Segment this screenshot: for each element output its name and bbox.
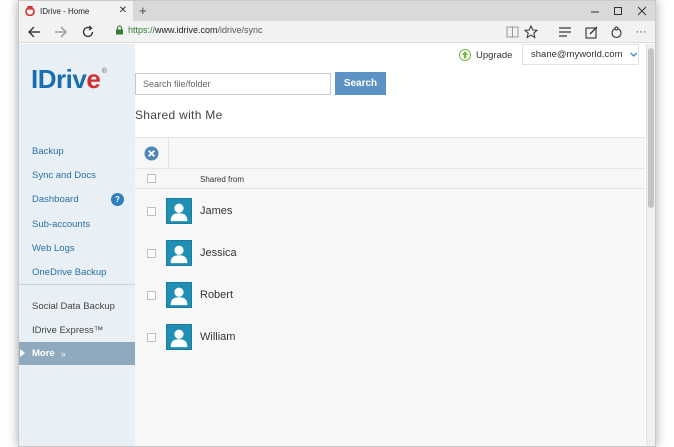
minimize-icon[interactable] bbox=[590, 4, 600, 18]
user-avatar-icon bbox=[166, 240, 192, 266]
tab-title: IDrive - Home bbox=[40, 6, 90, 16]
lock-icon bbox=[116, 25, 123, 35]
page-content: IDriv e ® Backup Sync and Docs Dashboard ?… bbox=[19, 44, 647, 446]
sidebar-item-sync-and-docs[interactable]: Sync and Docs bbox=[32, 170, 96, 181]
upgrade-link[interactable]: Upgrade bbox=[459, 49, 512, 61]
tab-close-icon[interactable]: ✕ bbox=[119, 5, 127, 17]
shared-from-name: James bbox=[200, 205, 233, 217]
favorite-star-icon[interactable] bbox=[523, 24, 539, 40]
search-input[interactable] bbox=[135, 73, 331, 95]
logo-text: IDriv bbox=[31, 64, 87, 94]
scrollbar-thumb[interactable] bbox=[648, 48, 654, 208]
share-icon[interactable] bbox=[608, 24, 624, 40]
sidebar-item-onedrive-backup[interactable]: OneDrive Backup bbox=[32, 267, 106, 278]
search-button[interactable]: Search bbox=[335, 72, 386, 95]
sidebar-divider bbox=[19, 284, 135, 285]
table-row[interactable]: James bbox=[135, 191, 645, 233]
more-menu-icon[interactable]: ··· bbox=[633, 24, 649, 40]
sidebar-item-idrive-express[interactable]: IDrive Express™ bbox=[32, 325, 103, 336]
web-note-icon[interactable] bbox=[583, 24, 599, 40]
table-row[interactable]: William bbox=[135, 317, 645, 359]
user-avatar-icon bbox=[166, 282, 192, 308]
shared-from-name: Jessica bbox=[200, 247, 237, 259]
idrive-logo[interactable]: IDriv e ® bbox=[31, 64, 107, 95]
url-scheme: https:// bbox=[128, 25, 156, 35]
sidebar-item-dashboard[interactable]: Dashboard bbox=[32, 194, 78, 205]
url-field[interactable]: https://www.idrive.com/idrive/sync bbox=[115, 25, 263, 35]
page-scrollbar[interactable] bbox=[646, 44, 655, 446]
close-circle-icon[interactable] bbox=[144, 146, 159, 161]
forward-icon[interactable] bbox=[53, 24, 69, 40]
sidebar: IDriv e ® Backup Sync and Docs Dashboard ?… bbox=[19, 44, 135, 446]
table-row[interactable]: Jessica bbox=[135, 233, 645, 275]
more-label: More bbox=[32, 348, 55, 359]
row-checkbox[interactable] bbox=[147, 291, 156, 300]
user-email: shane@myworld.com bbox=[531, 49, 623, 60]
select-all-checkbox[interactable] bbox=[147, 174, 156, 183]
idrive-favicon-icon bbox=[25, 6, 35, 16]
sidebar-item-social-data-backup[interactable]: Social Data Backup bbox=[32, 301, 115, 312]
row-checkbox[interactable] bbox=[147, 333, 156, 342]
help-icon[interactable]: ? bbox=[111, 193, 124, 206]
refresh-icon[interactable] bbox=[80, 24, 96, 40]
shared-from-name: Robert bbox=[200, 289, 234, 301]
shared-list-panel: Shared from James Jessica Robert William bbox=[135, 137, 645, 446]
back-icon[interactable] bbox=[26, 24, 42, 40]
url-path: /idrive/sync bbox=[217, 25, 263, 35]
user-avatar-icon bbox=[166, 198, 192, 224]
logo-registered: ® bbox=[101, 68, 107, 75]
upgrade-arrow-icon bbox=[459, 49, 471, 61]
column-header-shared-from: Shared from bbox=[200, 175, 245, 184]
user-avatar-icon bbox=[166, 324, 192, 350]
row-checkbox[interactable] bbox=[147, 207, 156, 216]
page-title: Shared with Me bbox=[135, 108, 223, 122]
new-tab-icon[interactable]: + bbox=[139, 3, 147, 19]
row-checkbox[interactable] bbox=[147, 249, 156, 258]
chevron-down-icon bbox=[630, 52, 638, 57]
browser-window: IDrive - Home ✕ + https://www.idrive.com… bbox=[18, 0, 656, 447]
tab-bar: IDrive - Home ✕ + bbox=[19, 1, 655, 21]
table-row[interactable]: Robert bbox=[135, 275, 645, 317]
address-bar: https://www.idrive.com/idrive/sync ··· bbox=[19, 21, 655, 43]
shared-from-name: William bbox=[200, 331, 236, 343]
close-window-icon[interactable] bbox=[637, 4, 647, 18]
double-chevron-right-icon: » bbox=[60, 348, 66, 359]
user-account-dropdown[interactable]: shane@myworld.com bbox=[522, 44, 639, 65]
maximize-icon[interactable] bbox=[613, 4, 623, 18]
logo-e: e bbox=[86, 64, 101, 94]
triangle-right-icon bbox=[20, 349, 25, 357]
sidebar-item-more[interactable]: More » bbox=[19, 342, 135, 365]
panel-toolbar bbox=[135, 138, 645, 169]
table-header: Shared from bbox=[135, 170, 645, 189]
url-host: www.idrive.com bbox=[155, 25, 218, 35]
hub-icon[interactable] bbox=[557, 24, 573, 40]
sidebar-item-backup[interactable]: Backup bbox=[32, 146, 64, 157]
tab-idrive-home[interactable]: IDrive - Home ✕ bbox=[19, 1, 133, 21]
sidebar-item-sub-accounts[interactable]: Sub-accounts bbox=[32, 219, 90, 230]
toolbar-divider bbox=[168, 138, 169, 169]
reading-view-icon[interactable] bbox=[504, 24, 520, 40]
upgrade-label: Upgrade bbox=[476, 49, 513, 61]
sidebar-item-web-logs[interactable]: Web Logs bbox=[32, 243, 75, 254]
